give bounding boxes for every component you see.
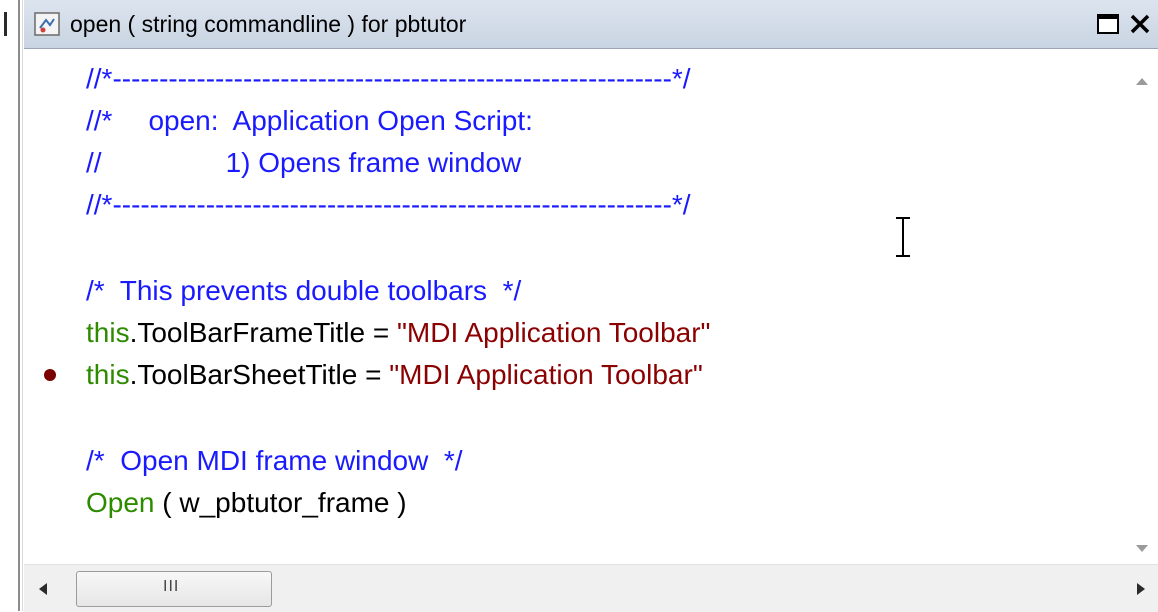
script-window: open ( string commandline ) for pbtutor … [24,0,1158,612]
script-icon [34,12,60,36]
horizontal-scrollbar[interactable]: III [24,564,1158,612]
title-bar[interactable]: open ( string commandline ) for pbtutor [24,0,1158,49]
keyword-token: Open [86,487,155,518]
code-line: /* Open MDI frame window */ [86,445,463,476]
text-cursor-icon [896,217,910,257]
comment-token: // [86,147,102,178]
code-line: //*-------------------------------------… [86,189,691,220]
scroll-right-icon[interactable] [1134,581,1148,597]
code-line: // 1) Opens frame window [86,143,521,183]
code-line: this.ToolBarSheetTitle = "MDI Applicatio… [86,355,703,395]
close-icon[interactable] [1128,12,1152,36]
scroll-grip: III [163,578,180,595]
plain-token: ( w_pbtutor_frame ) [154,487,407,518]
code-line: this.ToolBarFrameTitle = "MDI Applicatio… [86,313,711,353]
breakpoint-marker[interactable] [44,369,56,381]
frame-border [18,0,20,611]
scroll-left-icon[interactable] [36,581,50,597]
plain-token: .ToolBarSheetTitle = [129,359,390,390]
edge-marker [4,12,7,36]
scroll-up-icon[interactable] [1134,75,1150,87]
window-title: open ( string commandline ) for pbtutor [70,11,467,37]
maximize-icon[interactable] [1096,12,1120,36]
vertical-scrollbar[interactable] [1126,49,1158,564]
keyword-token: this [86,359,130,390]
string-token: "MDI Application Toolbar" [389,359,703,390]
scroll-down-icon[interactable] [1134,543,1150,555]
comment-token: open: Application Open Script: [148,105,533,136]
plain-token: .ToolBarFrameTitle = [129,317,397,348]
frame-border-inner [22,0,23,611]
comment-token: 1) Opens frame window [225,147,522,178]
keyword-token: this [86,317,130,348]
code-line: //* open: Application Open Script: [86,101,533,141]
comment-token: //* [86,105,113,136]
string-token: "MDI Application Toolbar" [396,317,711,348]
code-line: /* This prevents double toolbars */ [86,275,522,306]
code-line: Open ( w_pbtutor_frame ) [86,483,407,523]
scroll-thumb[interactable]: III [76,571,272,607]
code-editor[interactable]: //*-------------------------------------… [24,49,1126,564]
code-line: //*-------------------------------------… [86,63,691,94]
